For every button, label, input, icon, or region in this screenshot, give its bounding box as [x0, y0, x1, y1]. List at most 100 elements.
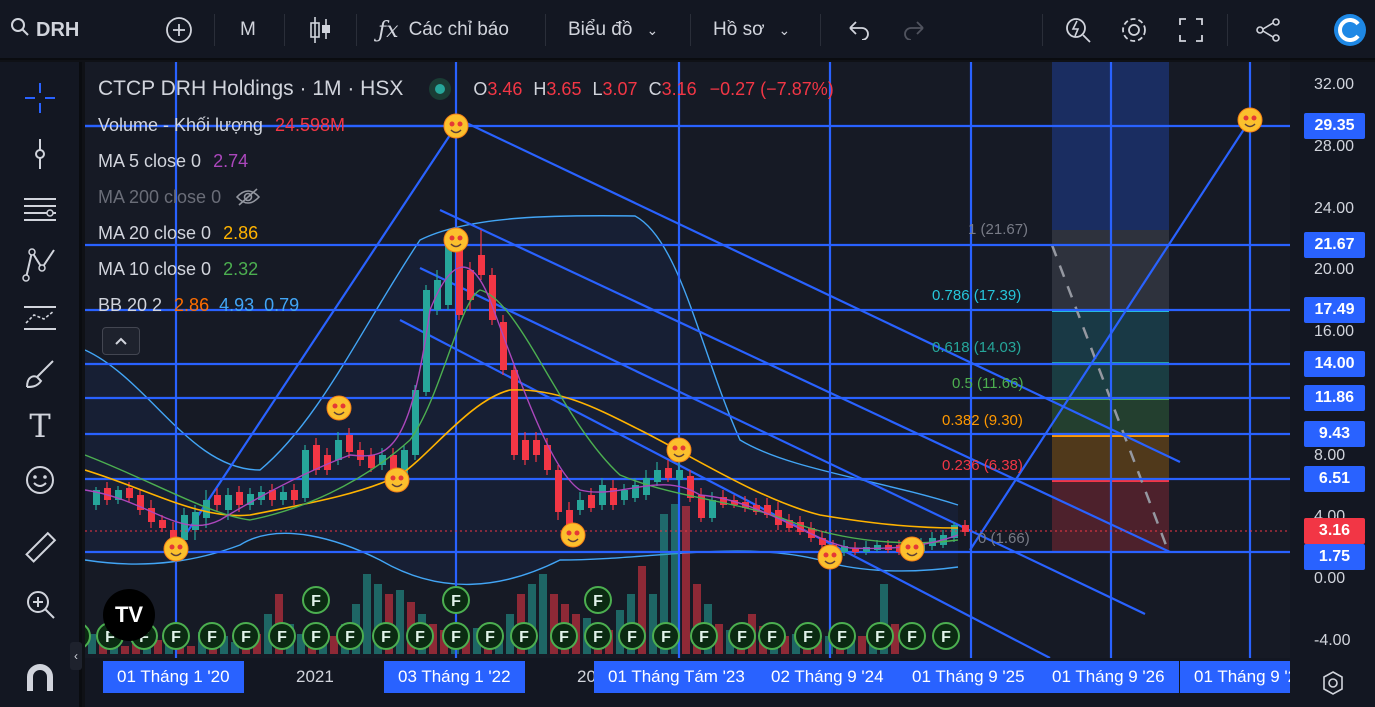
tradingview-logo[interactable]: TV	[103, 589, 155, 641]
candle-body	[511, 370, 518, 455]
candle-body	[346, 435, 353, 452]
hidden-eye-icon[interactable]	[235, 187, 261, 207]
time-axis-label: 01 Tháng 1 '20	[103, 661, 244, 693]
zoom-tool[interactable]	[20, 584, 60, 624]
chart-pane[interactable]: FFFFFFFFFFFFFFFFFFFFFFFFFFFFF	[85, 62, 1290, 658]
collapse-toolbar-button[interactable]: ‹	[70, 642, 82, 670]
pattern-icon	[22, 248, 55, 282]
share-button[interactable]	[1254, 0, 1282, 60]
emoji-tool[interactable]	[20, 460, 60, 500]
interval-button[interactable]: M	[240, 0, 256, 60]
fib-tool[interactable]	[20, 190, 60, 230]
emoji-icon	[26, 466, 54, 494]
candle-body	[577, 500, 584, 510]
brush-tool[interactable]	[20, 354, 60, 394]
legend-ma200[interactable]: MA 200 close 0	[98, 184, 261, 210]
candle-body	[555, 470, 562, 512]
chart-type-button[interactable]	[308, 0, 332, 60]
emoji-eye	[574, 530, 580, 536]
legend-ma5[interactable]: MA 5 close 0 2.74	[98, 148, 248, 174]
candles-icon	[310, 17, 330, 43]
emoji-marker	[326, 395, 352, 421]
fib-level-label: 0.786 (17.39)	[932, 287, 1022, 304]
ruler-tool[interactable]	[20, 528, 60, 568]
magnet-tool[interactable]	[20, 659, 60, 699]
price-axis-label: 8.00	[1314, 447, 1346, 464]
gear-icon	[1122, 18, 1146, 42]
price-tag: 1.75	[1304, 544, 1365, 570]
earnings-event-letter: F	[311, 629, 321, 646]
time-axis-label: 02 Tháng 9 '24	[757, 661, 898, 693]
alert-button[interactable]	[1064, 0, 1092, 60]
emoji-marker	[560, 522, 586, 548]
earnings-event-letter: F	[381, 629, 391, 646]
legend-volume[interactable]: Volume - Khối lượng 24.598M	[98, 112, 345, 138]
measure-tool[interactable]	[20, 298, 60, 338]
fib-level-label: 0.5 (11.66)	[952, 375, 1024, 392]
time-axis-label: 2021	[296, 667, 334, 686]
emoji-marker	[666, 437, 692, 463]
earnings-event-letter: F	[593, 593, 603, 610]
candle-body	[280, 492, 287, 500]
collapse-legend-button[interactable]	[102, 327, 140, 355]
chart-menu-button[interactable]: Biểu đồ ⌄	[568, 0, 658, 60]
candle-body	[478, 255, 485, 275]
candle-body	[335, 440, 342, 460]
redo-button[interactable]	[903, 0, 927, 60]
price-axis-label: 0.00	[1314, 570, 1346, 587]
earnings-event-letter: F	[451, 593, 461, 610]
earnings-event-letter: F	[345, 629, 355, 646]
earnings-event-letter: F	[485, 629, 495, 646]
pattern-tool[interactable]	[20, 244, 60, 284]
text-tool[interactable]: T	[20, 406, 60, 446]
volume-bar	[539, 574, 547, 654]
settings-button[interactable]	[1119, 0, 1149, 60]
volume-bar	[682, 506, 690, 654]
price-axis-label: 24.00	[1314, 200, 1355, 217]
earnings-event-letter: F	[627, 629, 637, 646]
undo-icon	[849, 21, 869, 40]
candle-body	[423, 290, 430, 392]
emoji-eye	[905, 544, 911, 550]
candle-body	[676, 470, 683, 480]
fib-level-label: 1 (21.67)	[968, 221, 1029, 238]
earnings-event-letter: F	[171, 629, 181, 646]
emoji-eye	[913, 544, 919, 550]
add-symbol-button[interactable]	[165, 0, 193, 60]
indicators-button[interactable]: ƒx Các chỉ báo	[378, 0, 509, 60]
price-tag: 14.00	[1304, 351, 1365, 377]
price-axis-label: 16.00	[1314, 323, 1355, 340]
emoji-marker	[384, 467, 410, 493]
earnings-event-letter: F	[207, 629, 217, 646]
emoji-marker	[163, 536, 189, 562]
price-tag: 6.51	[1304, 466, 1365, 492]
app-logo[interactable]	[1333, 0, 1367, 60]
ruler-icon	[25, 531, 57, 563]
trend-line-tool[interactable]	[20, 134, 60, 174]
profile-menu-button[interactable]: Hồ sơ ⌄	[713, 0, 790, 60]
text-icon: T	[29, 407, 51, 445]
price-tag: 29.35	[1304, 113, 1365, 139]
legend-ma20[interactable]: MA 20 close 0 2.86	[98, 220, 258, 246]
profile-menu-label: Hồ sơ	[713, 19, 765, 40]
undo-button[interactable]	[846, 0, 870, 60]
legend-ma10[interactable]: MA 10 close 0 2.32	[98, 256, 258, 282]
legend-bb[interactable]: BB 20 2 2.86 4.93 0.79	[98, 292, 299, 318]
time-axis-label: 01 Tháng 9 '27	[1180, 661, 1290, 693]
price-axis-label: 28.00	[1314, 138, 1355, 155]
volume-bar	[363, 574, 371, 654]
price-axis-label: 20.00	[1314, 261, 1355, 278]
candle-body	[357, 450, 364, 460]
symbol-search-button[interactable]: DRH	[10, 0, 79, 60]
top-toolbar: DRH M ƒx Các chỉ báo Biểu đồ ⌄ Hồ sơ ⌄	[0, 0, 1375, 60]
price-tag: 11.86	[1304, 385, 1365, 411]
fullscreen-button[interactable]	[1178, 0, 1204, 60]
earnings-event-letter: F	[559, 629, 569, 646]
candle-body	[126, 488, 133, 498]
emoji-marker	[443, 113, 469, 139]
indicators-label: Các chỉ báo	[408, 19, 509, 40]
crosshair-tool[interactable]	[20, 78, 60, 118]
emoji-eye	[340, 403, 346, 409]
gear-icon[interactable]	[1320, 670, 1346, 696]
candle-body	[588, 495, 595, 508]
